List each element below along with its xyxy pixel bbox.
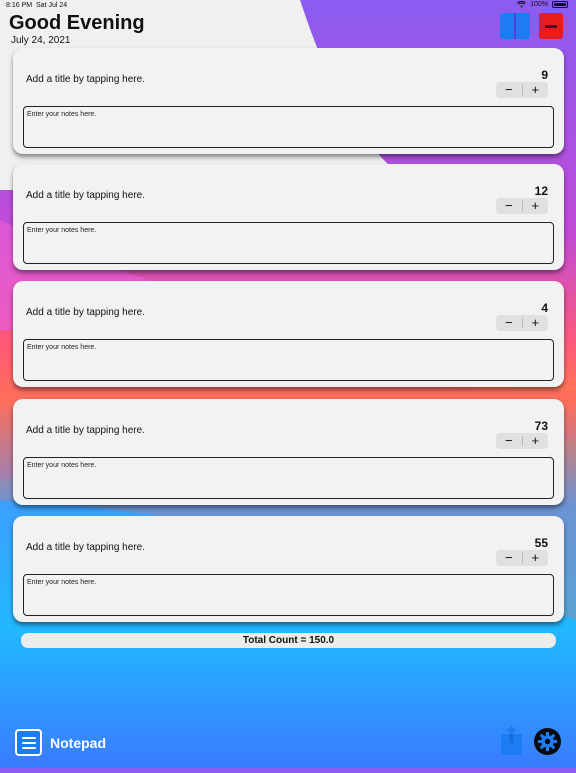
count-stepper: − + (496, 315, 548, 331)
status-date: Sat Jul 24 (36, 2, 68, 9)
notepad-icon (15, 729, 42, 756)
notes-field[interactable]: Enter your notes here. (23, 106, 554, 148)
increment-button[interactable]: + (523, 550, 549, 566)
notes-field[interactable]: Enter your notes here. (23, 574, 554, 616)
column-left-icon (500, 13, 514, 39)
count-stepper: − + (496, 198, 548, 214)
app-branding[interactable]: Notepad (15, 729, 106, 756)
total-count: Total Count = 150.0 (21, 633, 556, 648)
note-card: Add a title by tapping here. 73 − + Ente… (13, 399, 564, 505)
note-card: Add a title by tapping here. 4 − + Enter… (13, 281, 564, 387)
status-time: 8:16 PM (6, 2, 33, 9)
note-card: Add a title by tapping here. 12 − + Ente… (13, 164, 564, 270)
status-indicators: 100% (517, 1, 568, 8)
status-bar: 8:16 PM Sat Jul 24 100% (0, 0, 576, 12)
card-title[interactable]: Add a title by tapping here. (26, 74, 145, 85)
column-right-icon (514, 13, 530, 39)
date-label: July 24, 2021 (11, 35, 71, 46)
note-card: Add a title by tapping here. 55 − + Ente… (13, 516, 564, 622)
count-stepper: − + (496, 550, 548, 566)
app-name: Notepad (50, 734, 106, 751)
card-title[interactable]: Add a title by tapping here. (26, 190, 145, 201)
note-card: Add a title by tapping here. 9 − + Enter… (13, 48, 564, 154)
wifi-icon (517, 1, 527, 8)
card-title[interactable]: Add a title by tapping here. (26, 425, 145, 436)
notes-field[interactable]: Enter your notes here. (23, 222, 554, 264)
decrement-button[interactable]: − (496, 433, 522, 449)
increment-button[interactable]: + (523, 82, 549, 98)
count-stepper: − + (496, 82, 548, 98)
card-title[interactable]: Add a title by tapping here. (26, 307, 145, 318)
increment-button[interactable]: + (523, 433, 549, 449)
decrement-button[interactable]: − (496, 82, 522, 98)
page-title: Good Evening (9, 12, 145, 34)
increment-button[interactable]: + (523, 198, 549, 214)
count-stepper: − + (496, 433, 548, 449)
gear-icon[interactable] (533, 727, 562, 756)
card-count: 4 (541, 301, 548, 315)
card-count: 73 (534, 419, 548, 433)
battery-icon (552, 1, 568, 8)
card-count: 55 (534, 536, 548, 550)
increment-button[interactable]: + (523, 315, 549, 331)
decrement-button[interactable]: − (496, 315, 522, 331)
layout-toggle-button[interactable] (500, 13, 530, 39)
notes-field[interactable]: Enter your notes here. (23, 457, 554, 499)
decrement-button[interactable]: − (496, 550, 522, 566)
card-title[interactable]: Add a title by tapping here. (26, 542, 145, 553)
share-icon[interactable] (500, 725, 523, 756)
minus-icon (545, 24, 557, 28)
card-count: 12 (534, 184, 548, 198)
battery-percent: 100% (530, 1, 548, 8)
decrement-button[interactable]: − (496, 198, 522, 214)
card-count: 9 (541, 68, 548, 82)
notes-field[interactable]: Enter your notes here. (23, 339, 554, 381)
remove-card-button[interactable] (539, 13, 563, 39)
